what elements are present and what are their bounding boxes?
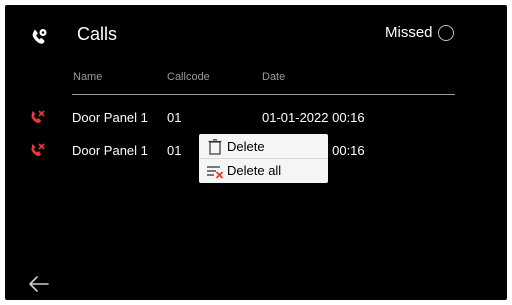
missed-filter-toggle[interactable]: Missed	[385, 24, 454, 41]
missed-filter-label: Missed	[385, 24, 433, 41]
delete-all-menu-item[interactable]: Delete all	[199, 159, 328, 182]
call-date: 01-01-2022 00:16	[262, 110, 365, 125]
delete-menu-item[interactable]: Delete	[199, 135, 328, 158]
delete-all-label: Delete all	[227, 163, 282, 178]
delete-label: Delete	[227, 139, 265, 154]
delete-all-icon	[207, 166, 223, 179]
column-header-date: Date	[262, 71, 286, 83]
missed-call-icon	[31, 110, 45, 123]
calls-screen: Calls Missed Name Callcode Date Door Pan…	[5, 5, 507, 300]
back-arrow-icon[interactable]	[28, 275, 50, 293]
caller-name: Door Panel 1	[72, 110, 148, 125]
caller-name: Door Panel 1	[72, 143, 148, 158]
missed-call-icon	[31, 143, 45, 156]
column-header-callcode: Callcode	[167, 71, 210, 83]
page-title: Calls	[77, 24, 118, 44]
call-row[interactable]: Door Panel 1 01 01-01-2022 00:16	[5, 108, 507, 130]
missed-filter-radio[interactable]	[437, 24, 454, 41]
context-menu: Delete Delete all	[199, 134, 328, 183]
callcode: 01	[167, 143, 182, 158]
column-header-name: Name	[73, 71, 103, 83]
header-divider	[72, 94, 455, 95]
trash-icon	[208, 139, 222, 155]
phone-settings-icon	[32, 29, 47, 44]
callcode: 01	[167, 110, 182, 125]
